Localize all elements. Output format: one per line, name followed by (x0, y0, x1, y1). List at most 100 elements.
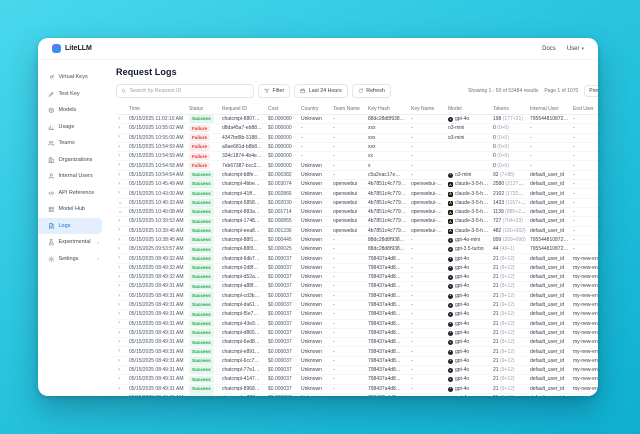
expand-row-icon[interactable]: › (118, 358, 120, 365)
table-row[interactable]: ›05/15/2025 08:49:31 AMSuccesschatcmpl-4… (116, 375, 598, 384)
expand-row-icon[interactable]: › (118, 162, 120, 169)
sidebar-item-settings[interactable]: Settings› (38, 251, 102, 268)
expand-row-icon[interactable]: › (118, 181, 120, 188)
table-row[interactable]: ›05/15/2025 10:55:00 AMFailure4347bd9b-3… (116, 134, 598, 143)
expand-row-icon[interactable]: › (118, 311, 120, 318)
expand-row-icon[interactable]: › (118, 367, 120, 374)
collapse-row-icon[interactable]: › (116, 211, 122, 213)
expander-cell[interactable]: › (116, 209, 129, 216)
sidebar-item-api-reference[interactable]: API Reference (38, 185, 102, 202)
table-row[interactable]: ›05/15/2025 10:39:46 AMSuccesschatcmpl-e… (116, 227, 598, 236)
table-row[interactable]: ›05/15/2025 08:49:31 AMSuccesschatcmpl-e… (116, 347, 598, 356)
expander-cell[interactable]: › (116, 255, 129, 262)
table-row[interactable]: ›05/15/2025 10:55:02 AMFailured8da45a7-e… (116, 124, 598, 133)
expander-cell[interactable]: › (116, 134, 129, 141)
table-row[interactable]: ›05/15/2025 10:40:33 AMSuccesschatcmpl-5… (116, 199, 598, 208)
expand-row-icon[interactable]: › (118, 172, 120, 179)
expand-row-icon[interactable]: › (118, 218, 120, 225)
collapse-row-icon[interactable]: › (116, 202, 122, 204)
expand-row-icon[interactable]: › (118, 274, 120, 281)
expander-cell[interactable]: › (116, 386, 129, 393)
table-row[interactable]: ›05/15/2025 10:38:45 AMSuccesschatcmpl-8… (116, 236, 598, 245)
expand-row-icon[interactable]: › (118, 330, 120, 337)
expander-cell[interactable]: › (116, 153, 129, 160)
expander-cell[interactable]: › (116, 237, 129, 244)
expander-cell[interactable]: › (116, 283, 129, 290)
expander-cell[interactable]: › (116, 311, 129, 318)
expand-row-icon[interactable]: › (118, 125, 120, 132)
expander-cell[interactable]: › (116, 293, 129, 300)
table-row[interactable]: ›05/15/2025 08:49:31 AMSuccesschatcmpl-c… (116, 292, 598, 301)
expand-row-icon[interactable]: › (118, 265, 120, 272)
expander-cell[interactable]: › (116, 162, 129, 169)
table-row[interactable]: ›05/15/2025 11:02:10 AMSuccesschatcmpl-8… (116, 115, 598, 124)
table-row[interactable]: ›05/15/2025 10:54:59 AMFailure334c1874-4… (116, 152, 598, 161)
expander-cell[interactable]: › (116, 367, 129, 374)
expander-cell[interactable]: › (116, 190, 129, 197)
search-input[interactable] (130, 88, 250, 94)
table-row[interactable]: ›05/15/2025 08:49:31 AMSuccesschatcmpl-e… (116, 394, 598, 396)
expand-row-icon[interactable]: › (118, 144, 120, 151)
sidebar-item-organizations[interactable]: Organizations (38, 152, 102, 169)
expander-cell[interactable]: › (116, 376, 129, 383)
expander-cell[interactable]: › (116, 144, 129, 151)
table-row[interactable]: ›05/15/2025 08:49:32 AMSuccesschatcmpl-d… (116, 273, 598, 282)
expand-row-icon[interactable]: › (118, 386, 120, 393)
expand-row-icon[interactable]: › (118, 293, 120, 300)
expand-row-icon[interactable]: › (118, 227, 120, 234)
expand-row-icon[interactable]: › (118, 246, 120, 253)
expand-row-icon[interactable]: › (118, 339, 120, 346)
table-row[interactable]: ›05/15/2025 10:43:00 AMSuccesschatcmpl-4… (116, 189, 598, 198)
table-row[interactable]: ›05/15/2025 08:49:31 AMSuccesschatcmpl-6… (116, 338, 598, 347)
sidebar-item-usage[interactable]: Usage (38, 119, 102, 136)
expand-row-icon[interactable]: › (118, 348, 120, 355)
expander-cell[interactable]: › (116, 116, 129, 123)
table-row[interactable]: ›05/15/2025 10:45:49 AMSuccesschatcmpl-4… (116, 180, 598, 189)
expand-row-icon[interactable]: › (118, 134, 120, 141)
expander-cell[interactable]: › (116, 320, 129, 327)
table-row[interactable]: ›05/15/2025 10:39:53 AMSuccesschatcmpl-1… (116, 217, 598, 226)
previous-page-button[interactable]: Previous (584, 85, 598, 97)
table-row[interactable]: ›05/15/2025 08:49:32 AMSuccesschatcmpl-2… (116, 264, 598, 273)
sidebar-item-model-hub[interactable]: Model Hub (38, 201, 102, 218)
table-row[interactable]: ›05/15/2025 08:49:31 AMSuccesschatcmpl-a… (116, 282, 598, 291)
table-row[interactable]: ›05/15/2025 10:54:59 AMFailurea9ae681d-b… (116, 143, 598, 152)
expander-cell[interactable]: › (116, 172, 129, 179)
table-row[interactable]: ›05/15/2025 10:54:54 AMSuccesschatcmpl-b… (116, 171, 598, 180)
sidebar-item-models[interactable]: Models (38, 102, 102, 119)
table-row[interactable]: ›05/15/2025 08:49:31 AMSuccesschatcmpl-d… (116, 329, 598, 338)
table-row[interactable]: ›05/15/2025 10:54:58 AMFailure7eb67387-b… (116, 161, 598, 170)
refresh-button[interactable]: Refresh (352, 84, 391, 98)
expander-cell[interactable]: › (116, 125, 129, 132)
expander-cell[interactable]: › (116, 358, 129, 365)
expand-row-icon[interactable]: › (118, 302, 120, 309)
table-row[interactable]: ›05/15/2025 08:49:31 AMSuccesschatcmpl-d… (116, 301, 598, 310)
expander-cell[interactable]: › (116, 200, 129, 207)
expand-row-icon[interactable]: › (118, 237, 120, 244)
table-row[interactable]: ›05/15/2025 10:40:08 AMSuccesschatcmpl-8… (116, 208, 598, 217)
expand-row-icon[interactable]: › (118, 376, 120, 383)
table-row[interactable]: ›05/15/2025 08:49:31 AMSuccesschatcmpl-6… (116, 357, 598, 366)
expand-row-icon[interactable]: › (118, 153, 120, 160)
expander-cell[interactable]: › (116, 274, 129, 281)
sidebar-item-logs[interactable]: Logs (38, 218, 102, 235)
expand-row-icon[interactable]: › (118, 283, 120, 290)
sidebar-item-teams[interactable]: Teams (38, 135, 102, 152)
expander-cell[interactable]: › (116, 265, 129, 272)
sidebar-item-test-key[interactable]: Test Key (38, 86, 102, 103)
filter-button[interactable]: Filter (258, 84, 290, 98)
expand-row-icon[interactable]: › (118, 116, 120, 123)
expander-cell[interactable]: › (116, 348, 129, 355)
sidebar-item-virtual-keys[interactable]: Virtual Keys (38, 69, 102, 86)
expander-cell[interactable]: › (116, 227, 129, 234)
search-box[interactable] (116, 84, 254, 98)
expander-cell[interactable]: › (116, 181, 129, 188)
expand-row-icon[interactable]: › (118, 190, 120, 197)
expander-cell[interactable]: › (116, 302, 129, 309)
sidebar-item-experimental[interactable]: Experimental› (38, 234, 102, 251)
table-row[interactable]: ›05/15/2025 08:49:31 AMSuccesschatcmpl-8… (116, 385, 598, 394)
user-menu[interactable]: User ▾ (567, 46, 584, 52)
table-row[interactable]: ›05/15/2025 08:49:31 AMSuccesschatcmpl-f… (116, 310, 598, 319)
expand-row-icon[interactable]: › (118, 320, 120, 327)
table-row[interactable]: ›05/15/2025 09:53:57 AMSuccesschatcmpl-8… (116, 245, 598, 254)
